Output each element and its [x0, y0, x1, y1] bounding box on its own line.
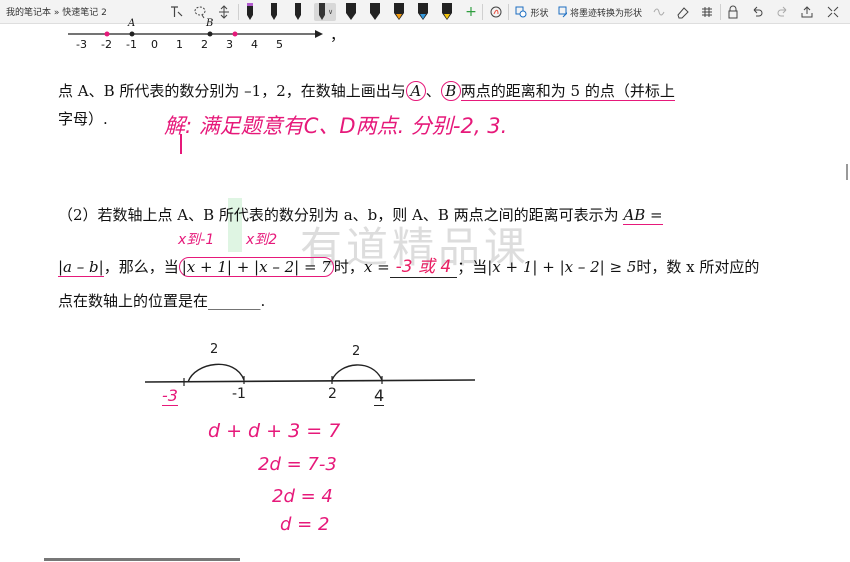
ruler-icon[interactable] [700, 3, 714, 21]
scroll-indicator[interactable] [846, 164, 848, 180]
annotation-x-to2: x到2 [246, 232, 278, 248]
handwriting-answer1: 解: 满足题意有C、D两点. 分别-2, 3. [164, 114, 508, 138]
horizontal-scrollbar[interactable] [44, 558, 240, 561]
pen-black-icon[interactable] [344, 3, 358, 21]
equation-1: d + d + 3 = 7 [208, 420, 341, 442]
highlighter-orange-icon[interactable] [392, 3, 406, 21]
problem2-line1: （2）若数轴上点 A、B 所代表的数分别为 a、b，则 A、B 两点之间的距离可… [58, 206, 663, 225]
add-space-icon[interactable] [216, 3, 232, 21]
pen-black-icon[interactable] [244, 3, 256, 21]
pen-black-icon[interactable] [292, 3, 304, 21]
undo-icon[interactable] [750, 3, 764, 21]
pen-selected-icon[interactable]: ∨ [314, 3, 336, 21]
problem2-line2: |a – b|，那么，当 |x + 1| + |x – 2| = 7 时，x = -3… [58, 257, 760, 278]
circled-b: B [440, 81, 461, 101]
ink-to-math-icon[interactable] [652, 3, 666, 21]
problem2-line3: 点在数轴上的位置是在_______. [58, 292, 266, 310]
problem1-line1: 点 A、B 所代表的数分别为 –1，2，在数轴上画出与 A、 B 两点的距离和为 5 … [58, 81, 675, 101]
eraser-icon[interactable] [676, 3, 690, 21]
lock-icon[interactable] [726, 3, 740, 21]
share-icon[interactable] [800, 3, 814, 21]
equation-3: 2d = 4 [272, 486, 333, 507]
note-page: -3 -2 -1 0 1 2 3 4 5 A B ， 点 A、B 所代表的数分别为 –1，2，在数轴… [0, 18, 850, 562]
arc-label-left: 2 [210, 342, 219, 357]
pen-black-icon[interactable] [268, 3, 280, 21]
expr1: |x + 1| + |x – 2| = 7 [178, 257, 334, 277]
hand-number-line [144, 363, 476, 386]
ink-to-shape-button[interactable]: 将墨迹转换为形状 [558, 3, 642, 21]
highlighter-yellow-icon[interactable] [440, 3, 454, 21]
ink-replay-icon[interactable] [488, 3, 504, 21]
redo-icon[interactable] [776, 3, 790, 21]
tick-label-neg1: -1 [232, 386, 246, 402]
collapse-icon[interactable] [826, 3, 840, 21]
equation-4: d = 2 [280, 514, 330, 535]
equation-2: 2d = 7-3 [258, 454, 337, 475]
highlighter-blue-icon[interactable] [416, 3, 430, 21]
answer-blank: -3 或 4 [389, 257, 458, 278]
tick-label-4: 4 [374, 386, 385, 406]
arc-label-right: 2 [352, 344, 361, 359]
number-line-points [104, 31, 238, 37]
annotation-x-minus1: x到-1 [178, 232, 215, 248]
add-pen-icon[interactable]: + [464, 3, 478, 21]
problem1-line2: 字母）. [58, 110, 108, 128]
pen-black-icon[interactable] [368, 3, 382, 21]
tick-label-neg3: -3 [162, 386, 178, 406]
breadcrumb[interactable]: 我的笔记本 » 快速笔记 2 [6, 5, 107, 18]
shapes-button[interactable]: 形状 [514, 3, 550, 21]
number-line-trailing: ， [330, 26, 346, 44]
circled-a: A [405, 81, 426, 101]
text-cursor-icon[interactable] [168, 3, 184, 21]
tick-label-2: 2 [328, 386, 337, 402]
